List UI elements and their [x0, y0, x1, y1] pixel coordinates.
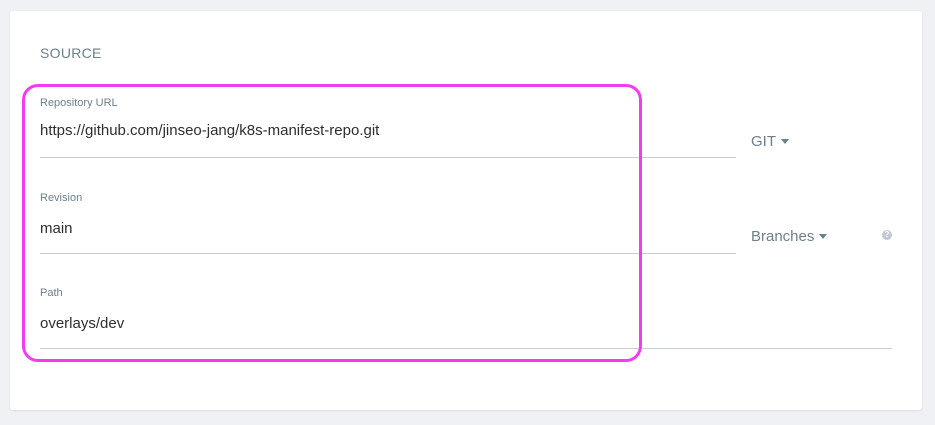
- repo-type-dropdown[interactable]: GIT: [751, 133, 789, 150]
- repo-type-label: GIT: [751, 133, 776, 150]
- caret-down-icon: [819, 234, 828, 239]
- repository-url-field[interactable]: https://github.com/jinseo-jang/k8s-manif…: [40, 122, 379, 139]
- repository-url-label: Repository URL: [40, 97, 118, 109]
- section-title: SOURCE: [40, 45, 102, 61]
- revision-label: Revision: [40, 192, 83, 204]
- path-underline: [40, 348, 892, 349]
- repository-url-underline: [40, 157, 736, 158]
- path-field[interactable]: overlays/dev: [40, 315, 124, 332]
- path-label: Path: [40, 287, 63, 299]
- help-icon[interactable]: ?: [882, 230, 892, 240]
- revision-underline: [40, 253, 736, 254]
- revision-field[interactable]: main: [40, 220, 73, 237]
- revision-type-dropdown[interactable]: Branches: [751, 228, 828, 245]
- caret-down-icon: [781, 139, 789, 144]
- source-card: [10, 11, 922, 410]
- revision-type-label: Branches: [751, 228, 815, 245]
